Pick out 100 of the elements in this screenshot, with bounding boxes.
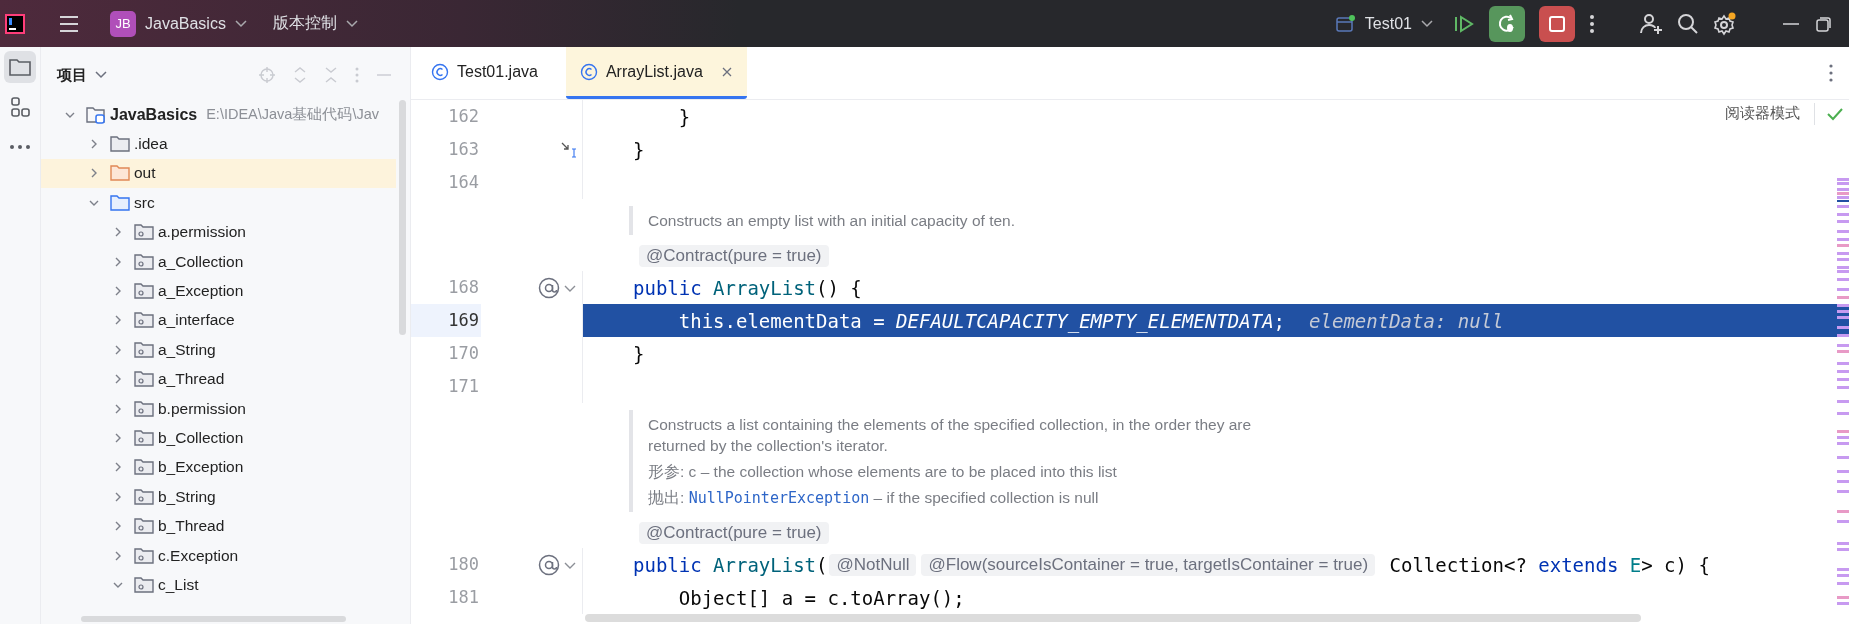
package-icon bbox=[134, 282, 154, 301]
annotation-hint: @Contract(pure = true) bbox=[639, 522, 829, 544]
folder-icon bbox=[8, 57, 32, 77]
restore-icon[interactable] bbox=[1815, 14, 1833, 33]
vcs-menu[interactable]: 版本控制 bbox=[266, 9, 364, 38]
package-icon bbox=[134, 575, 154, 594]
code-text: Collection<? bbox=[1388, 553, 1528, 576]
tree-item[interactable]: a_Exception bbox=[41, 276, 396, 306]
minimize-icon[interactable] bbox=[1781, 21, 1801, 26]
method-name: ArrayList bbox=[713, 553, 817, 576]
keyword: public bbox=[633, 276, 703, 299]
tree-item[interactable]: a_interface bbox=[41, 305, 396, 336]
doc-link[interactable]: NullPointerException bbox=[688, 489, 870, 507]
chevron-down-icon bbox=[234, 19, 247, 28]
tree-item[interactable]: a_Collection bbox=[41, 246, 396, 277]
item-label: JavaBasics bbox=[110, 105, 198, 124]
tree-item[interactable]: b.permission bbox=[41, 393, 396, 424]
item-label: .idea bbox=[134, 135, 168, 154]
code-text: Object[] a = c.toArray(); bbox=[677, 586, 965, 609]
scrollbar[interactable] bbox=[81, 616, 346, 622]
editor-tab[interactable]: Test01.java bbox=[417, 47, 552, 99]
keyword: public bbox=[633, 553, 703, 576]
scrollbar[interactable] bbox=[585, 614, 1641, 622]
package-icon bbox=[134, 399, 154, 418]
folder-icon bbox=[110, 164, 130, 183]
tree-item[interactable]: .idea bbox=[41, 129, 396, 159]
inline-value-hint: elementData: null bbox=[1309, 309, 1504, 332]
method-name: ArrayList bbox=[713, 276, 817, 299]
item-label: b_Thread bbox=[158, 517, 225, 536]
annotation-icon[interactable] bbox=[538, 275, 578, 300]
type-parameter: E bbox=[1629, 553, 1642, 576]
fold-icon[interactable] bbox=[560, 140, 578, 159]
code-text: () { bbox=[816, 276, 862, 299]
item-label: b_String bbox=[158, 487, 216, 506]
annotation-hint: @Flow(sourceIsContainer = true, targetIsContainer = true) bbox=[921, 553, 1376, 576]
run-config-selector[interactable]: Test01 bbox=[1329, 10, 1439, 37]
debug-button[interactable] bbox=[1489, 5, 1525, 42]
editor-tab[interactable]: ArrayList.java bbox=[565, 47, 747, 99]
code-text: } bbox=[677, 105, 691, 128]
tree-item[interactable]: b_Collection bbox=[41, 423, 396, 453]
app-logo-icon[interactable] bbox=[4, 12, 26, 35]
item-label: a_Thread bbox=[158, 370, 225, 389]
package-icon bbox=[134, 252, 154, 271]
tree-item[interactable]: c_List bbox=[41, 570, 396, 600]
folder-icon bbox=[110, 135, 130, 154]
tree-item[interactable]: JavaBasics E:\IDEA\Java基础代码\Jav bbox=[41, 100, 396, 130]
line-number: 168 bbox=[447, 276, 480, 299]
line-number: 163 bbox=[447, 138, 480, 161]
item-label: b_Exception bbox=[158, 458, 244, 477]
code-text: } bbox=[633, 138, 645, 161]
chevron-down-icon bbox=[345, 19, 358, 28]
tree-item[interactable]: c.Exception bbox=[41, 540, 396, 571]
settings-icon[interactable] bbox=[1713, 11, 1737, 36]
item-label: a.permission bbox=[158, 223, 246, 242]
project-view-title[interactable]: 项目 bbox=[51, 64, 113, 86]
tree-item[interactable]: a_String bbox=[41, 335, 396, 365]
project-selector[interactable]: JB JavaBasics bbox=[104, 6, 253, 41]
package-icon bbox=[134, 223, 154, 242]
module-folder-icon bbox=[86, 105, 106, 124]
doc-text: 形参: c – the collection whose elements are to be placed into this list bbox=[648, 462, 1118, 482]
package-icon bbox=[134, 546, 154, 565]
tree-item[interactable]: a_Thread bbox=[41, 364, 396, 394]
more-icon[interactable] bbox=[1829, 64, 1833, 82]
add-user-icon[interactable] bbox=[1639, 11, 1663, 36]
search-icon[interactable] bbox=[1677, 12, 1699, 35]
code-text: } bbox=[633, 342, 645, 365]
line-number: 181 bbox=[447, 586, 480, 609]
package-icon bbox=[134, 458, 154, 477]
doc-text: 抛出: NullPointerException – if the specified collection is null bbox=[648, 488, 1100, 508]
structure-icon bbox=[9, 96, 31, 118]
rerun-icon[interactable] bbox=[1453, 13, 1475, 34]
menu-icon[interactable] bbox=[58, 14, 80, 33]
stop-icon bbox=[1547, 13, 1567, 34]
more-icon[interactable] bbox=[1589, 13, 1595, 34]
tree-item[interactable]: out bbox=[41, 158, 396, 189]
class-icon bbox=[431, 62, 449, 81]
keyword: extends bbox=[1538, 553, 1620, 576]
item-label: out bbox=[134, 164, 156, 183]
project-tool-button[interactable] bbox=[4, 51, 36, 83]
line-number: 164 bbox=[447, 171, 480, 194]
folder-icon bbox=[110, 193, 130, 212]
line-number: 169 bbox=[411, 304, 481, 337]
item-label: src bbox=[134, 193, 155, 212]
annotation-hint: @Contract(pure = true) bbox=[639, 245, 829, 267]
code-text: ( bbox=[816, 553, 828, 576]
annotation-icon[interactable] bbox=[538, 552, 578, 577]
check-icon bbox=[1827, 106, 1843, 121]
stop-button[interactable] bbox=[1539, 5, 1575, 42]
class-icon bbox=[579, 62, 598, 81]
tree-item[interactable]: b_Exception bbox=[41, 452, 396, 483]
tree-item[interactable]: src bbox=[41, 188, 396, 218]
more-icon bbox=[9, 144, 31, 150]
tree-item[interactable]: b_Thread bbox=[41, 511, 396, 541]
item-label: b.permission bbox=[158, 399, 246, 418]
scrollbar[interactable] bbox=[399, 100, 406, 335]
item-label: a_Collection bbox=[158, 252, 244, 271]
tree-item[interactable]: a.permission bbox=[41, 217, 396, 247]
tree-item[interactable]: b_String bbox=[41, 482, 396, 512]
close-icon[interactable] bbox=[720, 65, 733, 78]
package-icon bbox=[134, 429, 154, 447]
